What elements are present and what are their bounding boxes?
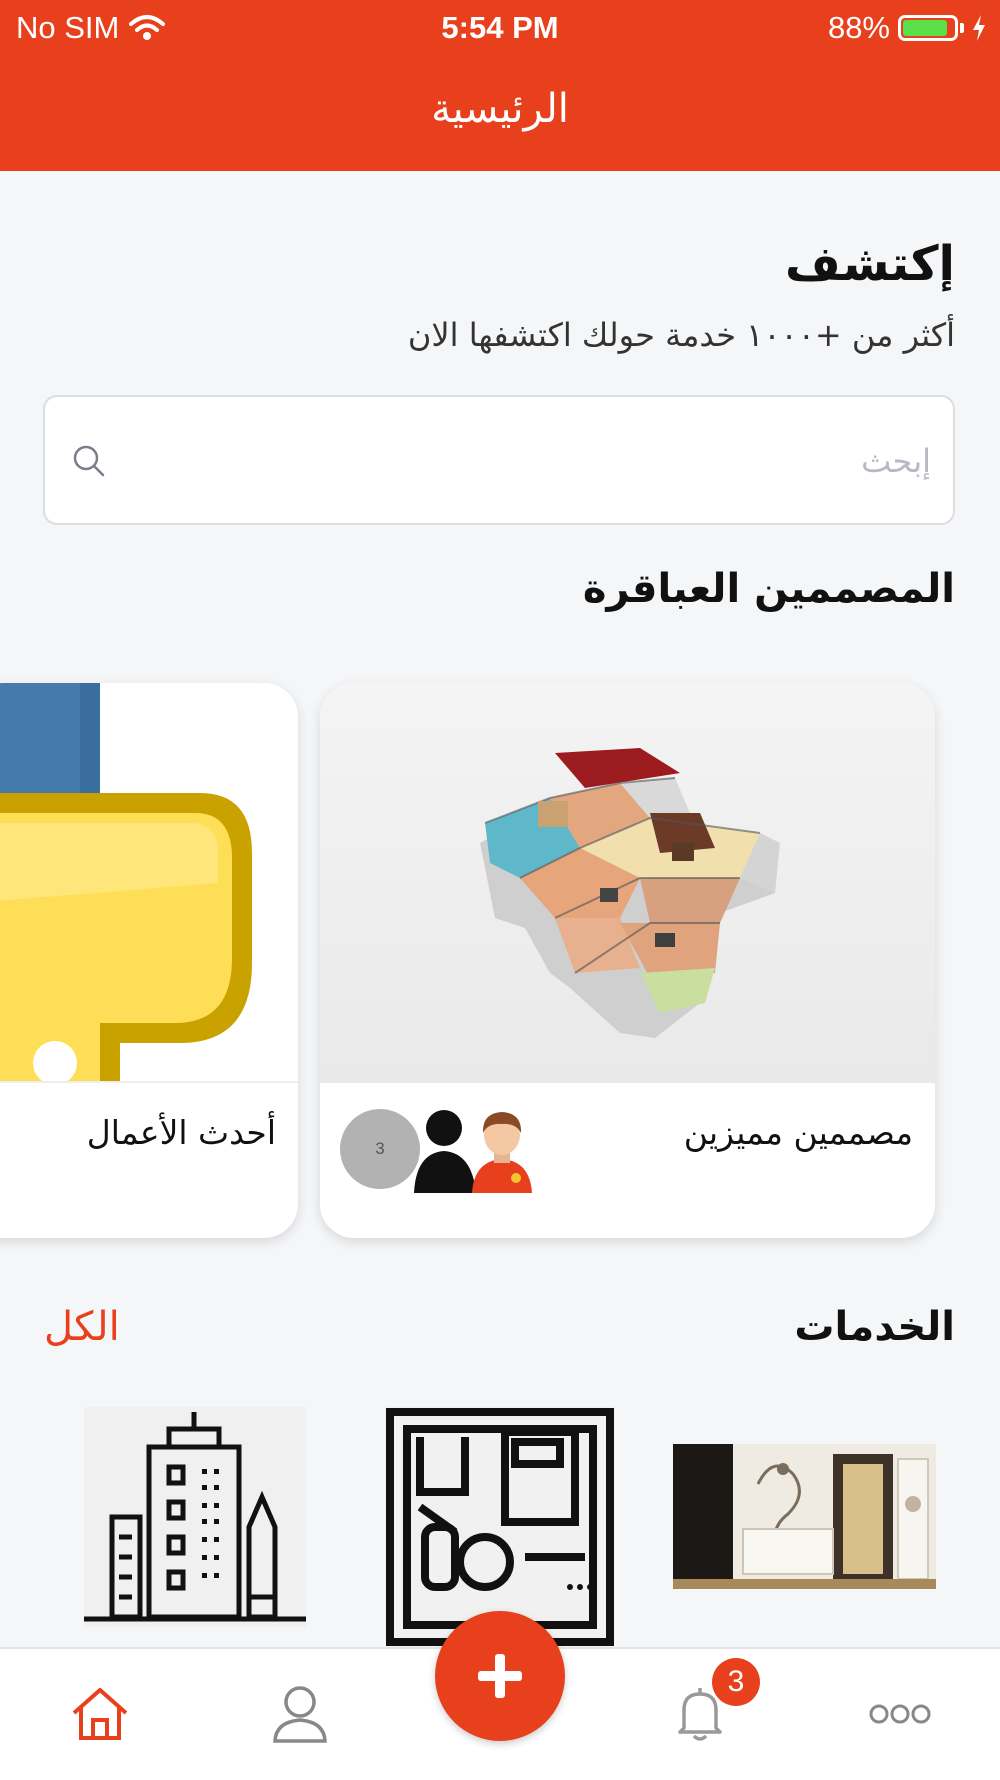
see-all-link[interactable]: الكل [44,1304,120,1350]
battery-percent: 88% [827,10,890,45]
battery-cap [960,23,964,33]
discover-subtitle: أكثر من +١٠٠٠ خدمة حولك اكتشفها الان [407,316,955,354]
plus-icon [478,1654,522,1698]
featured-designers-label: مصممين مميزين [683,1113,913,1152]
battery-icon [898,15,958,41]
status-right: 88% [828,10,986,46]
notification-count-badge: 3 [712,1658,760,1706]
app-header: No SIM 5:54 PM 88% الرئيسية [0,0,1000,171]
tab-more[interactable] [860,1674,940,1754]
search-input[interactable] [135,427,933,495]
battery-fill [903,20,947,36]
user-icon [273,1686,327,1743]
tab-home[interactable] [60,1674,140,1754]
more-icon [869,1704,931,1724]
services-section-title: الخدمات [794,1304,955,1350]
add-button[interactable] [435,1611,565,1741]
status-bar: No SIM 5:54 PM 88% [0,0,1000,58]
discover-title: إكتشف [785,236,955,292]
home-content[interactable]: إكتشف أكثر من +١٠٠٠ خدمة حولك اكتشفها ال… [0,171,1000,1647]
python-logo-image [0,683,298,1083]
designer-avatar-person [472,1112,532,1193]
charging-icon [973,15,985,41]
search-icon[interactable] [69,441,109,481]
floor-plan-3d-image [320,683,935,1083]
service-interior-design-thumb[interactable] [673,1444,936,1589]
latest-works-card[interactable]: أحدث الأعمال [0,683,298,1238]
home-icon [72,1688,128,1740]
latest-works-label: أحدث الأعمال [86,1113,276,1152]
page-title: الرئيسية [431,86,569,132]
featured-designers-card[interactable]: مصممين مميزين 3 [320,683,935,1238]
search-box[interactable] [43,395,955,525]
designer-avatars[interactable]: 3 [340,1103,550,1193]
tab-profile[interactable] [260,1674,340,1754]
designers-section-title: المصممين العباقرة [582,566,955,612]
service-architecture-thumb[interactable] [84,1407,306,1627]
